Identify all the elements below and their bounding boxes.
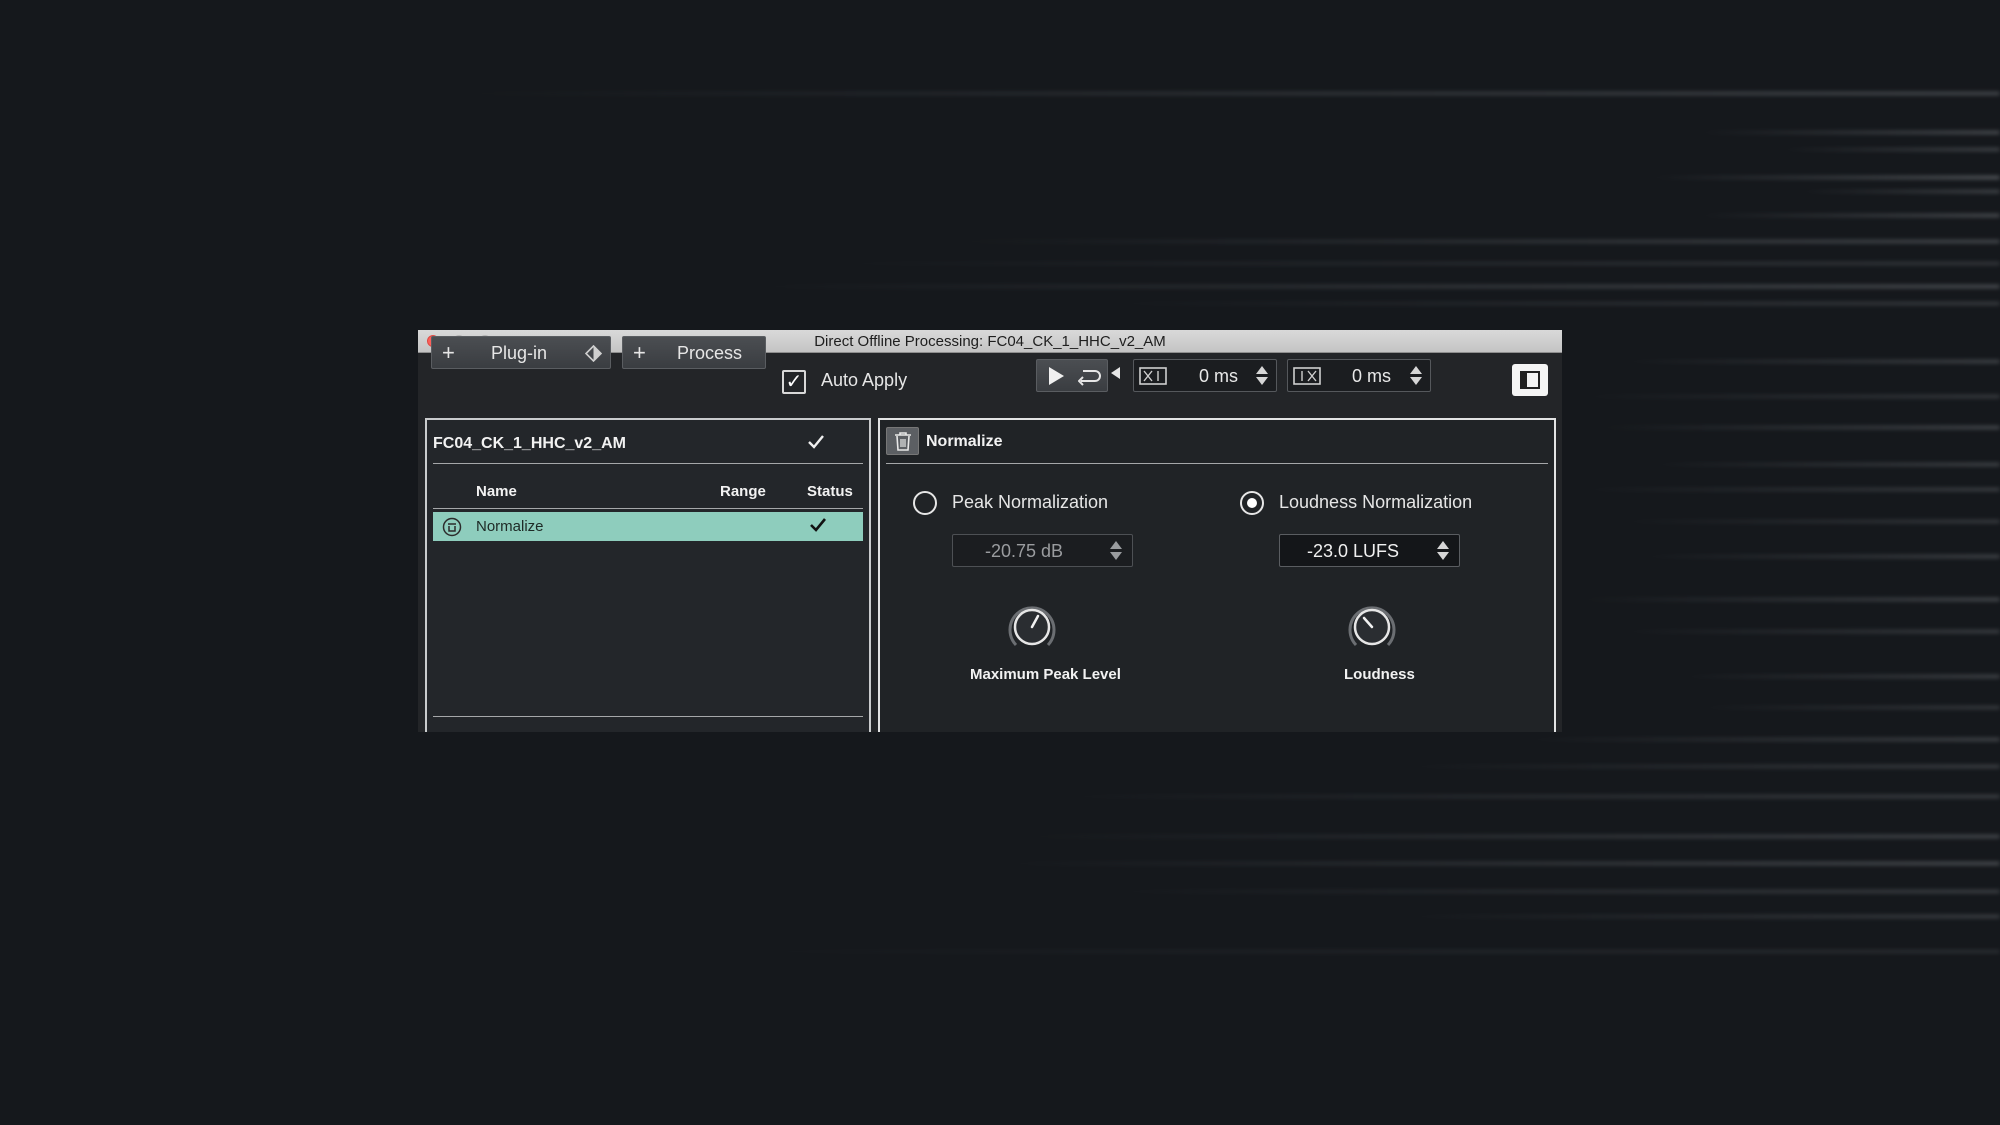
column-divider xyxy=(433,508,863,509)
loudness-level-value: -23.0 LUFS xyxy=(1307,541,1400,561)
peak-normalization-radio[interactable] xyxy=(913,491,937,515)
row-status-check-icon[interactable] xyxy=(809,517,827,538)
list-bottom-divider xyxy=(433,716,863,717)
loudness-normalization-label: Loudness Normalization xyxy=(1279,492,1473,512)
normalize-panel: Normalize Peak Normalization -20.75 dB M… xyxy=(878,418,1556,732)
pre-crossfade-stepper[interactable] xyxy=(1256,366,1268,385)
process-list-panel: FC04_CK_1_HHC_v2_AM Name Range Status No… xyxy=(425,418,871,732)
loop-icon[interactable] xyxy=(1077,366,1102,391)
pre-crossfade-icon xyxy=(1138,366,1168,391)
loudness-level-stepper[interactable] xyxy=(1437,541,1449,560)
bypass-diamond-icon xyxy=(584,344,603,367)
post-crossfade-field[interactable]: 0 ms xyxy=(1287,359,1431,392)
row-process-name: Normalize xyxy=(476,518,544,535)
peak-normalization-label: Peak Normalization xyxy=(952,492,1109,512)
maximum-peak-level-label: Maximum Peak Level xyxy=(970,666,1121,683)
plus-icon: + xyxy=(633,340,646,365)
process-title: Normalize xyxy=(926,433,1003,450)
loudness-knob-label: Loudness xyxy=(1344,666,1415,683)
table-row[interactable]: Normalize xyxy=(433,512,863,541)
loudness-level-field[interactable]: -23.0 LUFS xyxy=(1279,534,1460,567)
auto-apply-label: Auto Apply xyxy=(821,370,908,390)
transport-marker-icon xyxy=(1111,366,1121,384)
column-header-status[interactable]: Status xyxy=(807,483,853,500)
loudness-knob[interactable] xyxy=(1345,600,1399,654)
delete-process-button[interactable] xyxy=(886,427,919,455)
post-crossfade-value: 0 ms xyxy=(1352,366,1392,386)
post-crossfade-stepper[interactable] xyxy=(1410,366,1422,385)
panel-toggle-icon xyxy=(1520,371,1540,394)
loudness-normalization-radio[interactable] xyxy=(1240,491,1264,515)
row-delete-icon[interactable] xyxy=(442,517,462,542)
peak-level-value: -20.75 dB xyxy=(985,541,1064,561)
pre-crossfade-field[interactable]: 0 ms xyxy=(1133,359,1277,392)
add-plugin-label: Plug-in xyxy=(491,343,548,363)
auto-apply-checkbox[interactable]: ✓ xyxy=(782,370,806,394)
play-icon[interactable] xyxy=(1046,366,1066,391)
dop-window: Direct Offline Processing: FC04_CK_1_HHC… xyxy=(418,330,1562,732)
add-process-label: Process xyxy=(677,343,743,363)
plus-icon: + xyxy=(442,340,455,365)
process-header-divider xyxy=(886,463,1548,464)
peak-level-stepper[interactable] xyxy=(1110,541,1122,560)
add-process-button[interactable]: + Process xyxy=(622,336,766,369)
peak-level-field[interactable]: -20.75 dB xyxy=(952,534,1133,567)
column-header-range[interactable]: Range xyxy=(720,483,766,500)
header-divider xyxy=(433,463,863,464)
clip-check-icon[interactable] xyxy=(807,434,825,455)
column-header-name[interactable]: Name xyxy=(476,483,517,500)
trash-icon xyxy=(894,431,912,456)
post-crossfade-icon xyxy=(1292,366,1322,391)
maximum-peak-level-knob[interactable] xyxy=(1005,600,1059,654)
panel-toggle-button[interactable] xyxy=(1512,364,1548,396)
add-plugin-button[interactable]: + Plug-in xyxy=(431,336,611,369)
clip-name: FC04_CK_1_HHC_v2_AM xyxy=(433,435,626,452)
preview-transport-group xyxy=(1036,359,1108,392)
pre-crossfade-value: 0 ms xyxy=(1199,366,1239,386)
